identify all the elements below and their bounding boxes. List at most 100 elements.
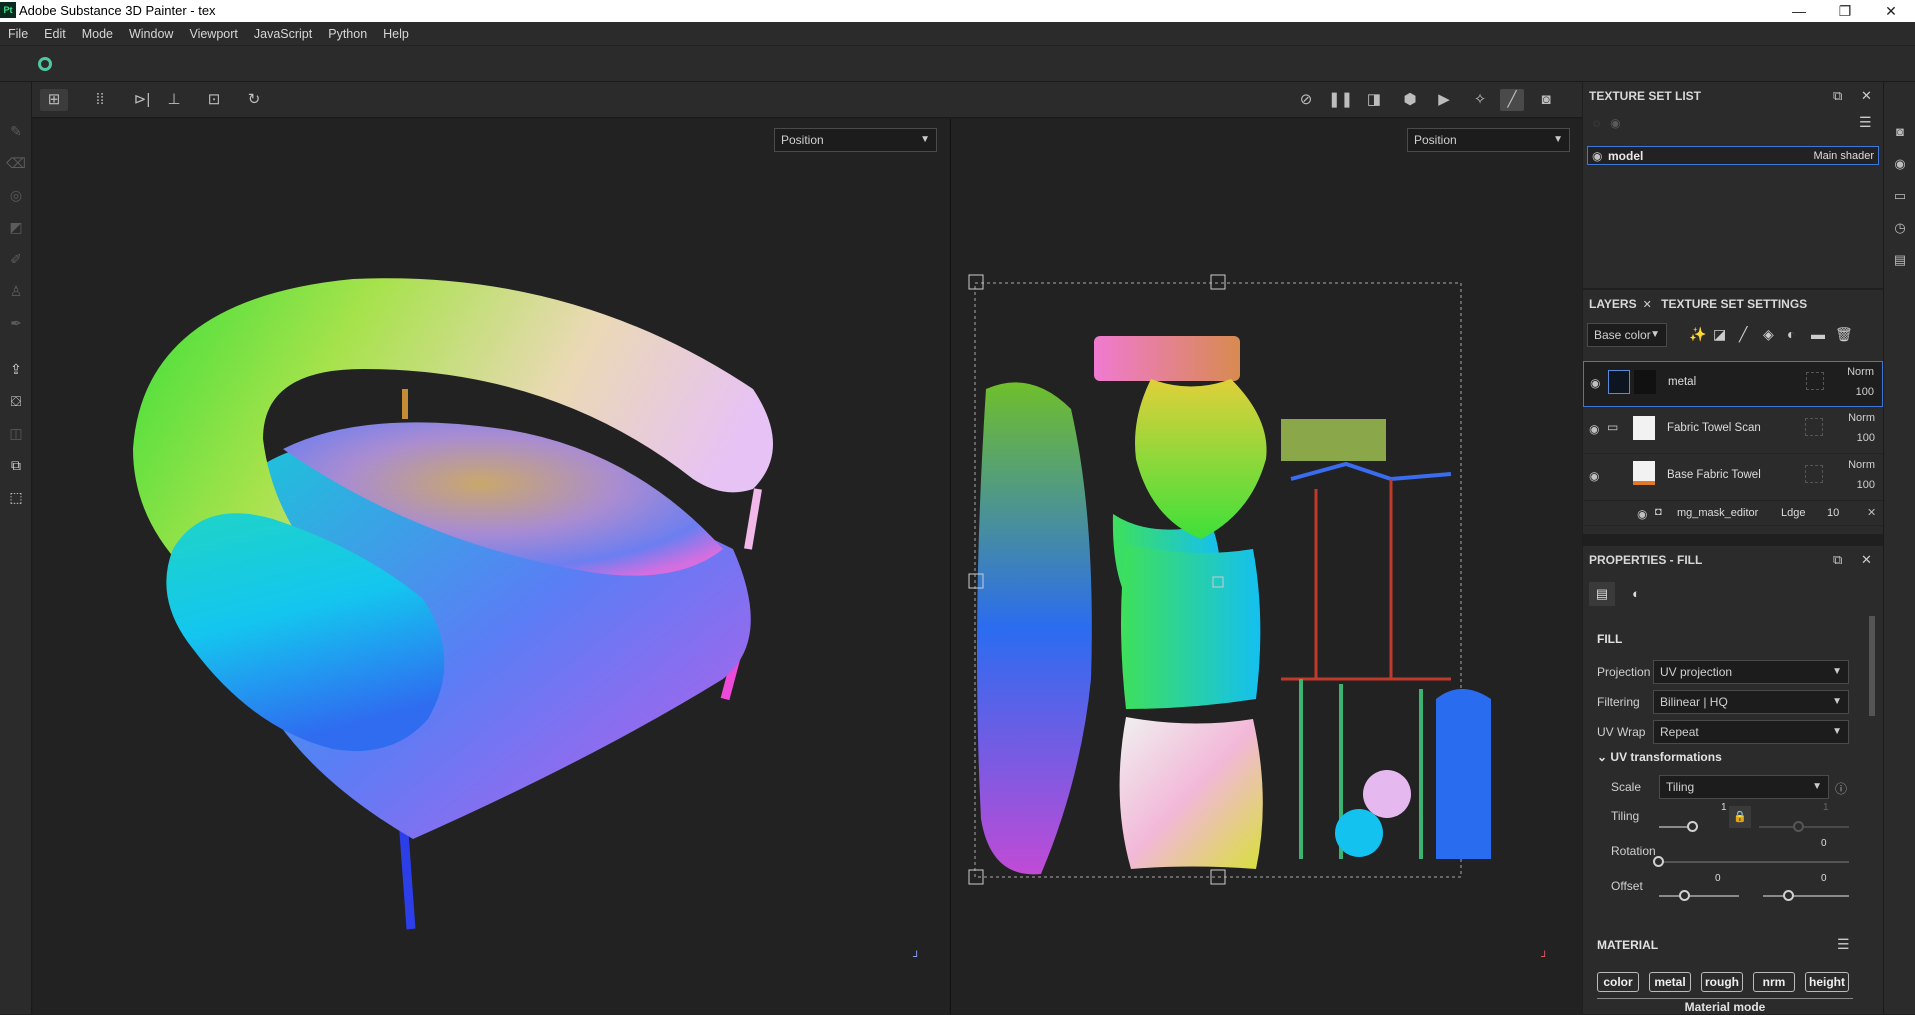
fill-tab-icon[interactable]: ▤ xyxy=(1589,582,1615,606)
delete-layer-icon[interactable]: 🗑 xyxy=(1835,326,1853,343)
float-panel-icon[interactable]: ⧉ xyxy=(1833,82,1842,110)
info-icon[interactable]: ⓘ xyxy=(1835,780,1847,797)
properties-scrollbar[interactable] xyxy=(1869,616,1875,716)
layer-row[interactable]: ◉ metal Norm 100 xyxy=(1583,361,1883,407)
paint-tool-icon[interactable]: ✎ xyxy=(5,120,27,142)
scale-select[interactable]: Tiling ▼ xyxy=(1659,775,1829,799)
maximize-button[interactable]: ❐ xyxy=(1822,0,1868,22)
camera-icon[interactable]: ▶ xyxy=(1432,89,1456,111)
menu-viewport[interactable]: Viewport xyxy=(181,22,245,46)
texture-set-item[interactable]: ◉ model Main shader xyxy=(1587,146,1879,165)
log-icon[interactable]: ▤ xyxy=(1890,250,1910,270)
offset-slider-knob-a[interactable] xyxy=(1679,890,1690,901)
eye-icon[interactable]: ◉ xyxy=(1589,422,1599,436)
menu-lines-icon[interactable]: ☰ xyxy=(1859,114,1872,131)
material-tab-icon[interactable]: ◐ xyxy=(1623,582,1649,606)
grid-view-icon[interactable]: ⁞⁞ xyxy=(88,89,112,111)
uv-tool-icon[interactable]: ⬚ xyxy=(5,486,27,508)
close-button[interactable]: ✕ xyxy=(1868,0,1914,22)
id-picker-icon[interactable]: ⧉ xyxy=(5,454,27,476)
menu-file[interactable]: File xyxy=(0,22,36,46)
layer-row[interactable]: ◉ Base Fabric Towel Norm 100 xyxy=(1583,455,1883,501)
eye-icon[interactable]: ◉ xyxy=(1592,149,1602,163)
menu-edit[interactable]: Edit xyxy=(36,22,74,46)
add-effect-icon[interactable]: ✨ xyxy=(1689,326,1706,343)
menu-mode[interactable]: Mode xyxy=(74,22,121,46)
add-folder-icon[interactable]: ▬ xyxy=(1811,326,1825,342)
float-panel-icon[interactable]: ⧉ xyxy=(1833,546,1842,574)
effect-opacity[interactable]: 10 xyxy=(1827,507,1839,519)
add-smart-material-icon[interactable]: ◐ xyxy=(1787,326,1795,342)
material-menu-icon[interactable]: ☰ xyxy=(1837,936,1850,953)
layer-effect-slot[interactable] xyxy=(1806,372,1824,390)
geometry-mask-icon[interactable]: ◫ xyxy=(5,422,27,444)
single-view-icon[interactable]: ⊞ xyxy=(40,89,68,111)
close-panel-icon[interactable]: ✕ xyxy=(1861,82,1872,110)
layer-effect-slot[interactable] xyxy=(1805,418,1823,436)
pause-icon[interactable]: ❚❚ xyxy=(1328,89,1353,111)
clone-tool-icon[interactable]: ♙ xyxy=(5,280,27,302)
add-mask-icon[interactable]: ◪ xyxy=(1713,326,1726,343)
viewport-2d[interactable]: Position ▼ ⅃ xyxy=(950,119,1582,1014)
history-icon[interactable]: ↻ xyxy=(242,89,266,111)
history-panel-icon[interactable]: ◷ xyxy=(1890,218,1910,238)
layer-opacity[interactable]: 100 xyxy=(1857,479,1875,491)
offset-slider-knob-b[interactable] xyxy=(1783,890,1794,901)
display-settings-icon[interactable]: ◉ xyxy=(1890,154,1910,174)
eye-icon[interactable]: ◉ xyxy=(1590,376,1600,390)
brush-mode-icon[interactable]: ╱ xyxy=(1500,89,1524,111)
polygon-fill-icon[interactable]: ◩ xyxy=(5,216,27,238)
bake-icon[interactable]: ⇪ xyxy=(5,358,27,380)
layer-effect-slot[interactable] xyxy=(1805,465,1823,483)
split-view-icon[interactable]: ◨ xyxy=(1362,89,1386,111)
layer-opacity[interactable]: 100 xyxy=(1857,432,1875,444)
hide-all-icon[interactable]: ◌ ◉ xyxy=(1593,116,1621,130)
projection-select[interactable]: UV projection ▼ xyxy=(1653,660,1849,684)
layer-row[interactable]: ◉ ▭ Fabric Towel Scan Norm 100 xyxy=(1583,408,1883,454)
light-icon[interactable]: ✧ xyxy=(1468,89,1492,111)
menu-javascript[interactable]: JavaScript xyxy=(246,22,320,46)
viewport-3d[interactable]: Position ▼ ⅃ xyxy=(33,119,949,1014)
color-picker-icon[interactable]: ✒ xyxy=(5,312,27,334)
tab-layers[interactable]: LAYERS xyxy=(1583,290,1643,318)
shelf-icon[interactable]: ▭ xyxy=(1890,186,1910,206)
eye-icon[interactable]: ◉ xyxy=(1589,469,1599,483)
layer-channel-select[interactable]: Base color ▼ xyxy=(1587,323,1667,347)
layer-opacity[interactable]: 100 xyxy=(1856,386,1874,398)
menu-python[interactable]: Python xyxy=(320,22,375,46)
lock-icon[interactable]: 🔒 xyxy=(1729,806,1751,828)
material-rough-button[interactable]: rough xyxy=(1701,972,1743,992)
smudge-tool-icon[interactable]: ✐ xyxy=(5,248,27,270)
filtering-select[interactable]: Bilinear | HQ ▼ xyxy=(1653,690,1849,714)
close-icon[interactable]: ✕ xyxy=(1867,506,1876,519)
menu-window[interactable]: Window xyxy=(121,22,181,46)
material-mode-header[interactable]: Material mode xyxy=(1597,998,1853,1014)
menu-help[interactable]: Help xyxy=(375,22,417,46)
tab-texture-set-settings[interactable]: TEXTURE SET SETTINGS xyxy=(1655,290,1813,318)
material-picker-icon[interactable]: ⛋ xyxy=(5,390,27,412)
sub-layer-row[interactable]: ◉ ◘ mg_mask_editor Ldge 10 ✕ xyxy=(1583,502,1883,526)
frame-icon[interactable]: ⊡ xyxy=(202,89,226,111)
minimize-button[interactable]: — xyxy=(1776,0,1822,22)
eye-icon[interactable]: ◉ xyxy=(1637,507,1647,521)
material-nrm-button[interactable]: nrm xyxy=(1753,972,1795,992)
material-color-button[interactable]: color xyxy=(1597,972,1639,992)
symmetry-icon[interactable]: ⊳| xyxy=(130,89,154,111)
tiling-slider-knob[interactable] xyxy=(1687,821,1698,832)
effect-blend[interactable]: Ldge xyxy=(1781,507,1805,519)
close-tab-icon[interactable]: ✕ xyxy=(1643,299,1652,311)
close-panel-icon[interactable]: ✕ xyxy=(1861,546,1872,574)
tiling-slider-knob-b[interactable] xyxy=(1793,821,1804,832)
uvwrap-select[interactable]: Repeat ▼ xyxy=(1653,720,1849,744)
rotation-slider-knob[interactable] xyxy=(1653,856,1664,867)
projection-tool-icon[interactable]: ◎ xyxy=(5,184,27,206)
uv-transformations-toggle[interactable]: ⌄ UV transformations xyxy=(1597,750,1722,764)
cube-view-icon[interactable]: ⬢ xyxy=(1398,89,1422,111)
material-metal-button[interactable]: metal xyxy=(1649,972,1691,992)
render-icon[interactable]: ◙ xyxy=(1890,122,1910,142)
eraser-tool-icon[interactable]: ⌫ xyxy=(5,152,27,174)
blend-mode[interactable]: Norm xyxy=(1848,412,1875,424)
add-paint-layer-icon[interactable]: ╱ xyxy=(1739,326,1747,343)
add-fill-layer-icon[interactable]: ◈ xyxy=(1763,326,1774,343)
hide-overlay-icon[interactable]: ⊘ xyxy=(1294,89,1318,111)
